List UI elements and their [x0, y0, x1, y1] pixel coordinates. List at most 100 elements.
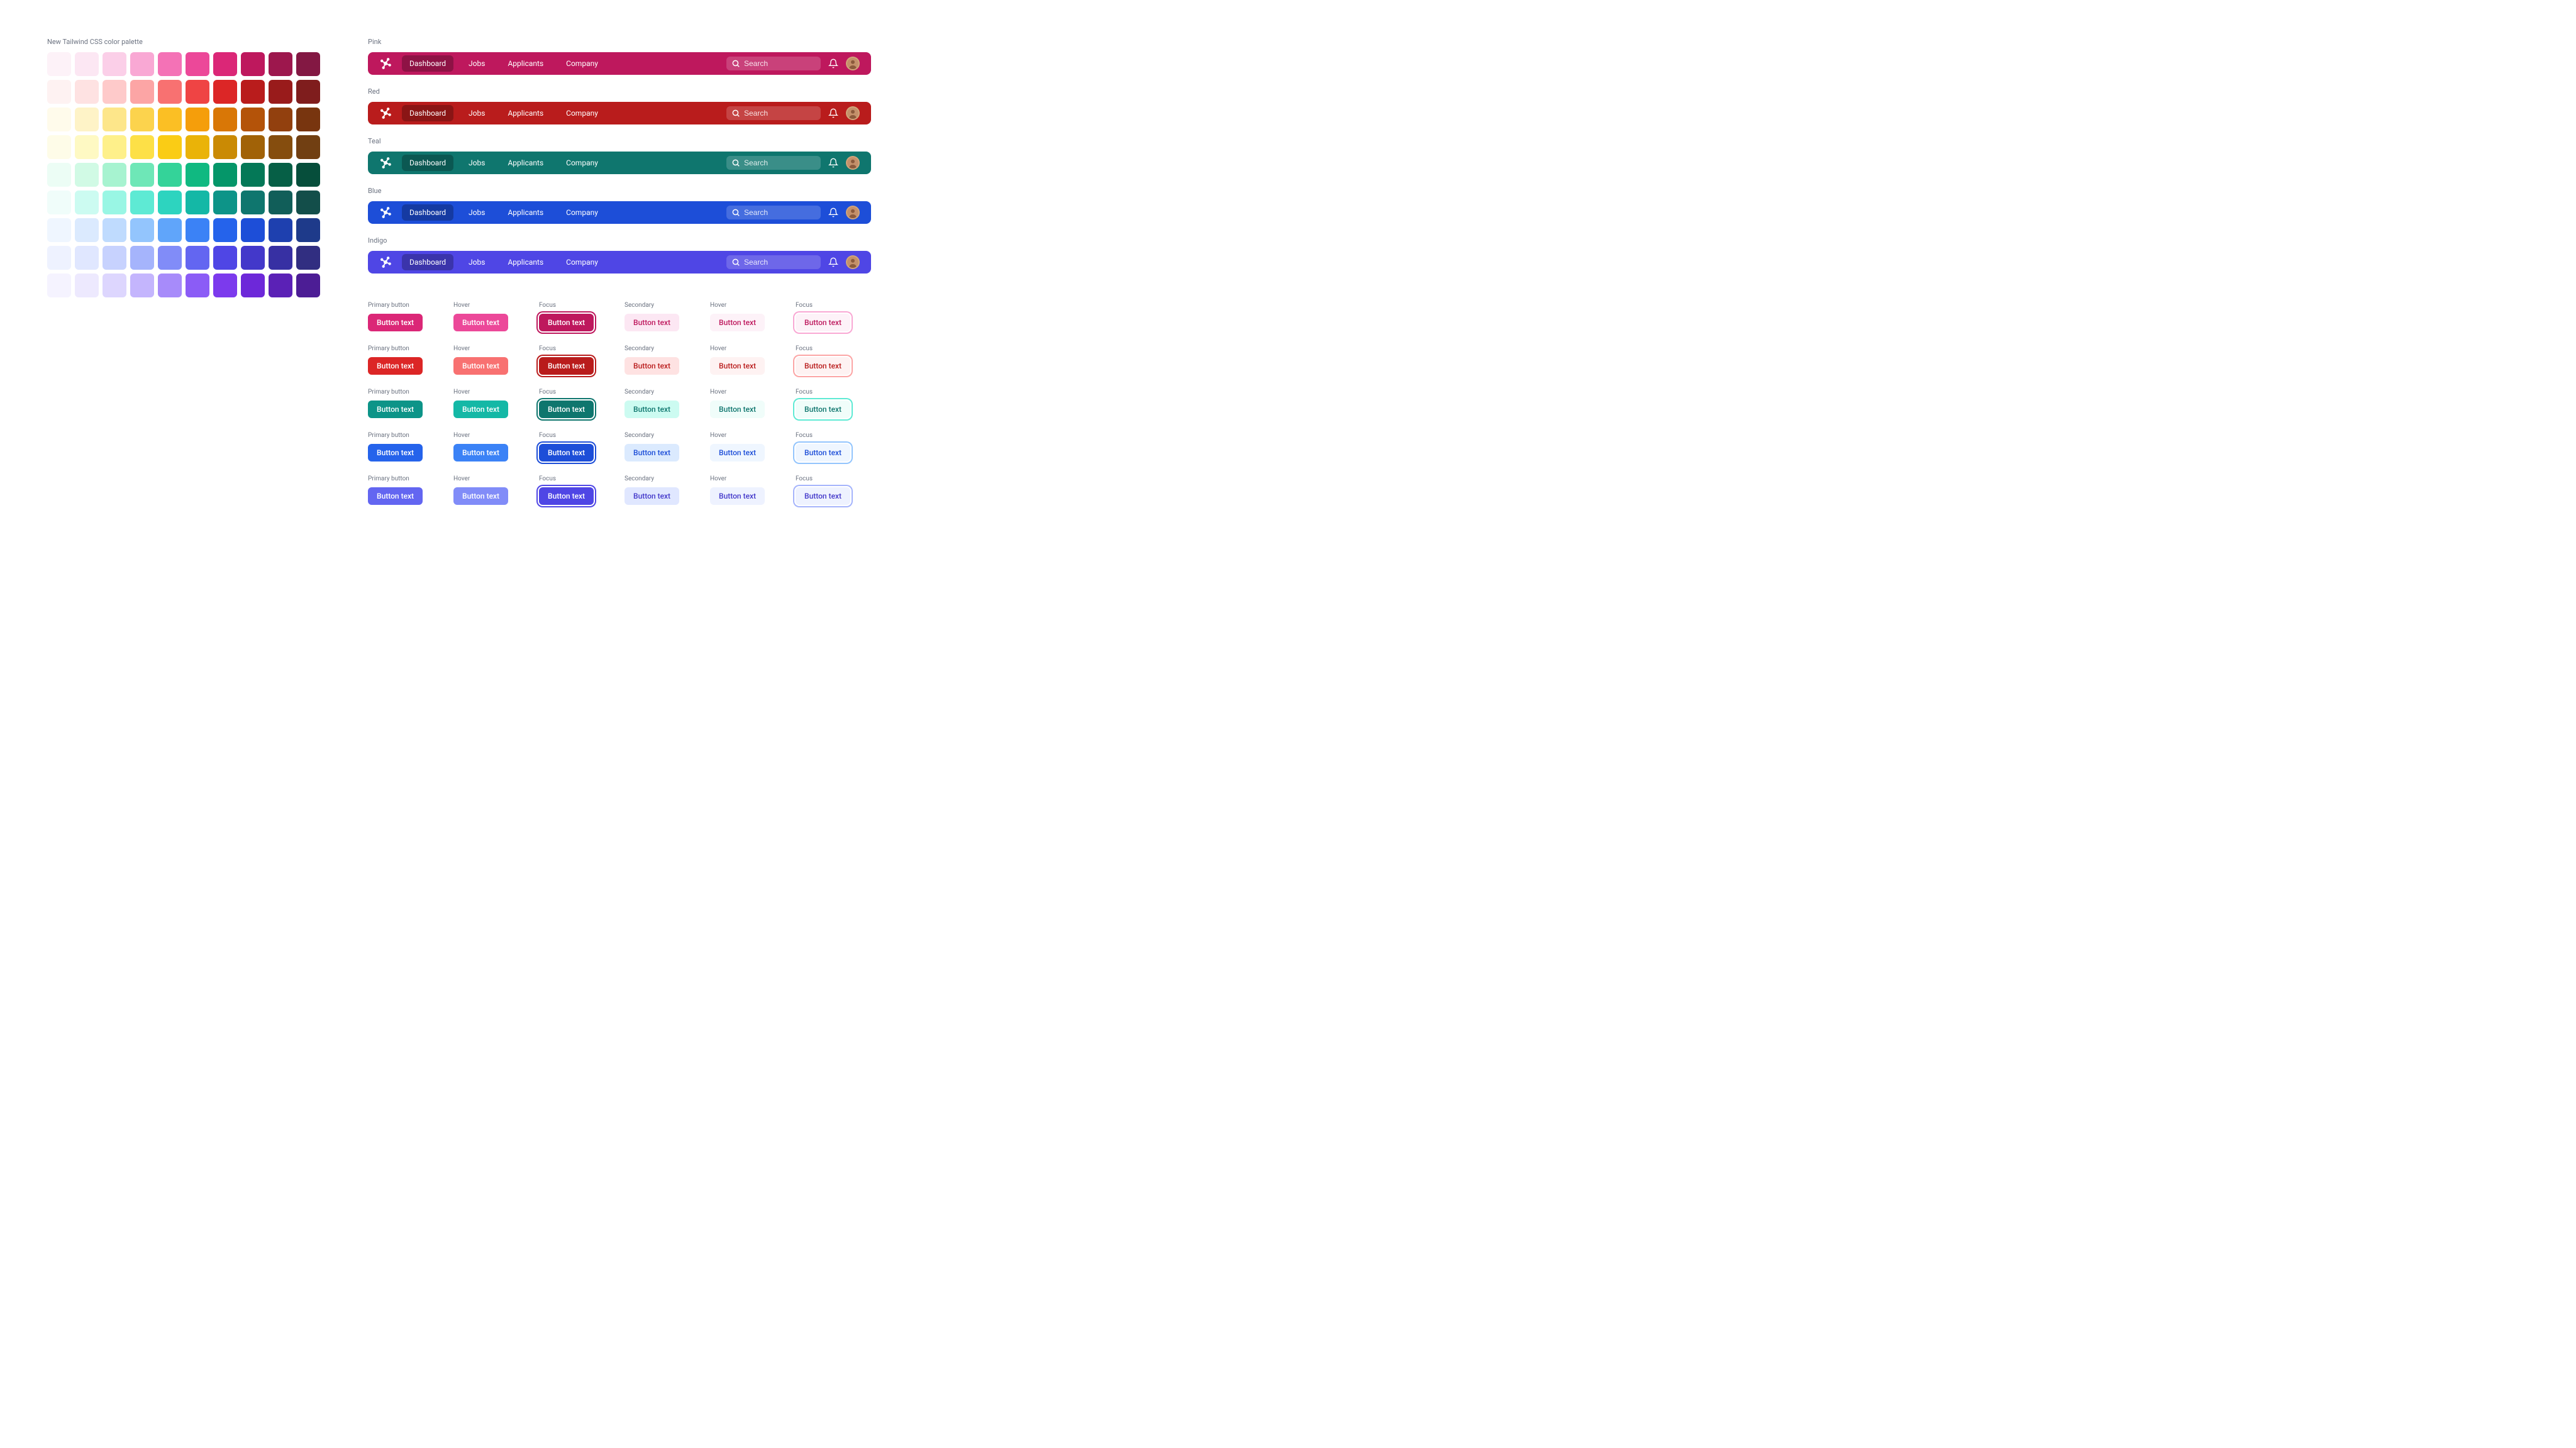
color-swatch[interactable] — [213, 108, 237, 131]
nav-item-jobs[interactable]: Jobs — [461, 155, 492, 171]
color-swatch[interactable] — [158, 135, 182, 159]
search-box[interactable] — [726, 156, 821, 170]
search-box[interactable] — [726, 206, 821, 219]
color-swatch[interactable] — [47, 135, 71, 159]
nav-item-dashboard[interactable]: Dashboard — [402, 204, 453, 221]
primary-focus-button[interactable]: Button text — [539, 357, 594, 375]
avatar[interactable] — [846, 255, 860, 269]
color-swatch[interactable] — [213, 246, 237, 270]
search-box[interactable] — [726, 255, 821, 269]
color-swatch[interactable] — [213, 135, 237, 159]
primary-button[interactable]: Button text — [368, 357, 423, 375]
color-swatch[interactable] — [269, 108, 292, 131]
nav-item-dashboard[interactable]: Dashboard — [402, 55, 453, 72]
color-swatch[interactable] — [75, 218, 99, 242]
secondary-focus-button[interactable]: Button text — [796, 487, 850, 505]
nav-item-jobs[interactable]: Jobs — [461, 55, 492, 72]
color-swatch[interactable] — [103, 163, 126, 187]
secondary-focus-button[interactable]: Button text — [796, 401, 850, 418]
color-swatch[interactable] — [130, 163, 154, 187]
color-swatch[interactable] — [103, 218, 126, 242]
color-swatch[interactable] — [158, 218, 182, 242]
search-input[interactable] — [744, 59, 816, 68]
nav-item-applicants[interactable]: Applicants — [500, 254, 551, 270]
color-swatch[interactable] — [213, 218, 237, 242]
nav-item-company[interactable]: Company — [558, 55, 606, 72]
avatar[interactable] — [846, 206, 860, 219]
color-swatch[interactable] — [269, 135, 292, 159]
color-swatch[interactable] — [47, 274, 71, 297]
color-swatch[interactable] — [103, 108, 126, 131]
color-swatch[interactable] — [241, 218, 265, 242]
primary-hover-button[interactable]: Button text — [453, 357, 508, 375]
color-swatch[interactable] — [186, 108, 209, 131]
color-swatch[interactable] — [47, 246, 71, 270]
color-swatch[interactable] — [241, 52, 265, 76]
bell-icon[interactable] — [828, 257, 838, 267]
color-swatch[interactable] — [130, 274, 154, 297]
color-swatch[interactable] — [296, 274, 320, 297]
color-swatch[interactable] — [47, 80, 71, 104]
color-swatch[interactable] — [241, 80, 265, 104]
primary-focus-button[interactable]: Button text — [539, 444, 594, 461]
color-swatch[interactable] — [103, 246, 126, 270]
secondary-hover-button[interactable]: Button text — [710, 487, 765, 505]
color-swatch[interactable] — [186, 218, 209, 242]
color-swatch[interactable] — [269, 246, 292, 270]
secondary-button[interactable]: Button text — [625, 314, 679, 331]
color-swatch[interactable] — [241, 246, 265, 270]
nav-item-dashboard[interactable]: Dashboard — [402, 105, 453, 121]
color-swatch[interactable] — [103, 135, 126, 159]
secondary-hover-button[interactable]: Button text — [710, 401, 765, 418]
color-swatch[interactable] — [296, 218, 320, 242]
color-swatch[interactable] — [269, 163, 292, 187]
bell-icon[interactable] — [828, 207, 838, 218]
color-swatch[interactable] — [269, 274, 292, 297]
color-swatch[interactable] — [213, 52, 237, 76]
color-swatch[interactable] — [241, 108, 265, 131]
color-swatch[interactable] — [130, 52, 154, 76]
nav-item-company[interactable]: Company — [558, 155, 606, 171]
color-swatch[interactable] — [213, 274, 237, 297]
search-input[interactable] — [744, 258, 816, 267]
avatar[interactable] — [846, 57, 860, 70]
nav-item-jobs[interactable]: Jobs — [461, 254, 492, 270]
color-swatch[interactable] — [158, 163, 182, 187]
primary-button[interactable]: Button text — [368, 444, 423, 461]
color-swatch[interactable] — [296, 52, 320, 76]
color-swatch[interactable] — [296, 246, 320, 270]
search-input[interactable] — [744, 208, 816, 217]
color-swatch[interactable] — [269, 218, 292, 242]
color-swatch[interactable] — [158, 80, 182, 104]
color-swatch[interactable] — [47, 108, 71, 131]
bell-icon[interactable] — [828, 108, 838, 118]
color-swatch[interactable] — [47, 52, 71, 76]
nav-item-jobs[interactable]: Jobs — [461, 105, 492, 121]
primary-hover-button[interactable]: Button text — [453, 314, 508, 331]
color-swatch[interactable] — [186, 52, 209, 76]
color-swatch[interactable] — [75, 80, 99, 104]
avatar[interactable] — [846, 106, 860, 120]
color-swatch[interactable] — [47, 218, 71, 242]
color-swatch[interactable] — [296, 108, 320, 131]
nav-item-dashboard[interactable]: Dashboard — [402, 254, 453, 270]
primary-hover-button[interactable]: Button text — [453, 444, 508, 461]
secondary-button[interactable]: Button text — [625, 357, 679, 375]
color-swatch[interactable] — [75, 274, 99, 297]
color-swatch[interactable] — [75, 52, 99, 76]
color-swatch[interactable] — [241, 135, 265, 159]
secondary-focus-button[interactable]: Button text — [796, 314, 850, 331]
color-swatch[interactable] — [296, 191, 320, 214]
bell-icon[interactable] — [828, 58, 838, 69]
color-swatch[interactable] — [241, 163, 265, 187]
search-box[interactable] — [726, 106, 821, 120]
primary-focus-button[interactable]: Button text — [539, 401, 594, 418]
color-swatch[interactable] — [130, 80, 154, 104]
color-swatch[interactable] — [158, 274, 182, 297]
color-swatch[interactable] — [241, 191, 265, 214]
color-swatch[interactable] — [130, 108, 154, 131]
color-swatch[interactable] — [130, 218, 154, 242]
color-swatch[interactable] — [241, 274, 265, 297]
nav-item-applicants[interactable]: Applicants — [500, 204, 551, 221]
nav-item-applicants[interactable]: Applicants — [500, 55, 551, 72]
